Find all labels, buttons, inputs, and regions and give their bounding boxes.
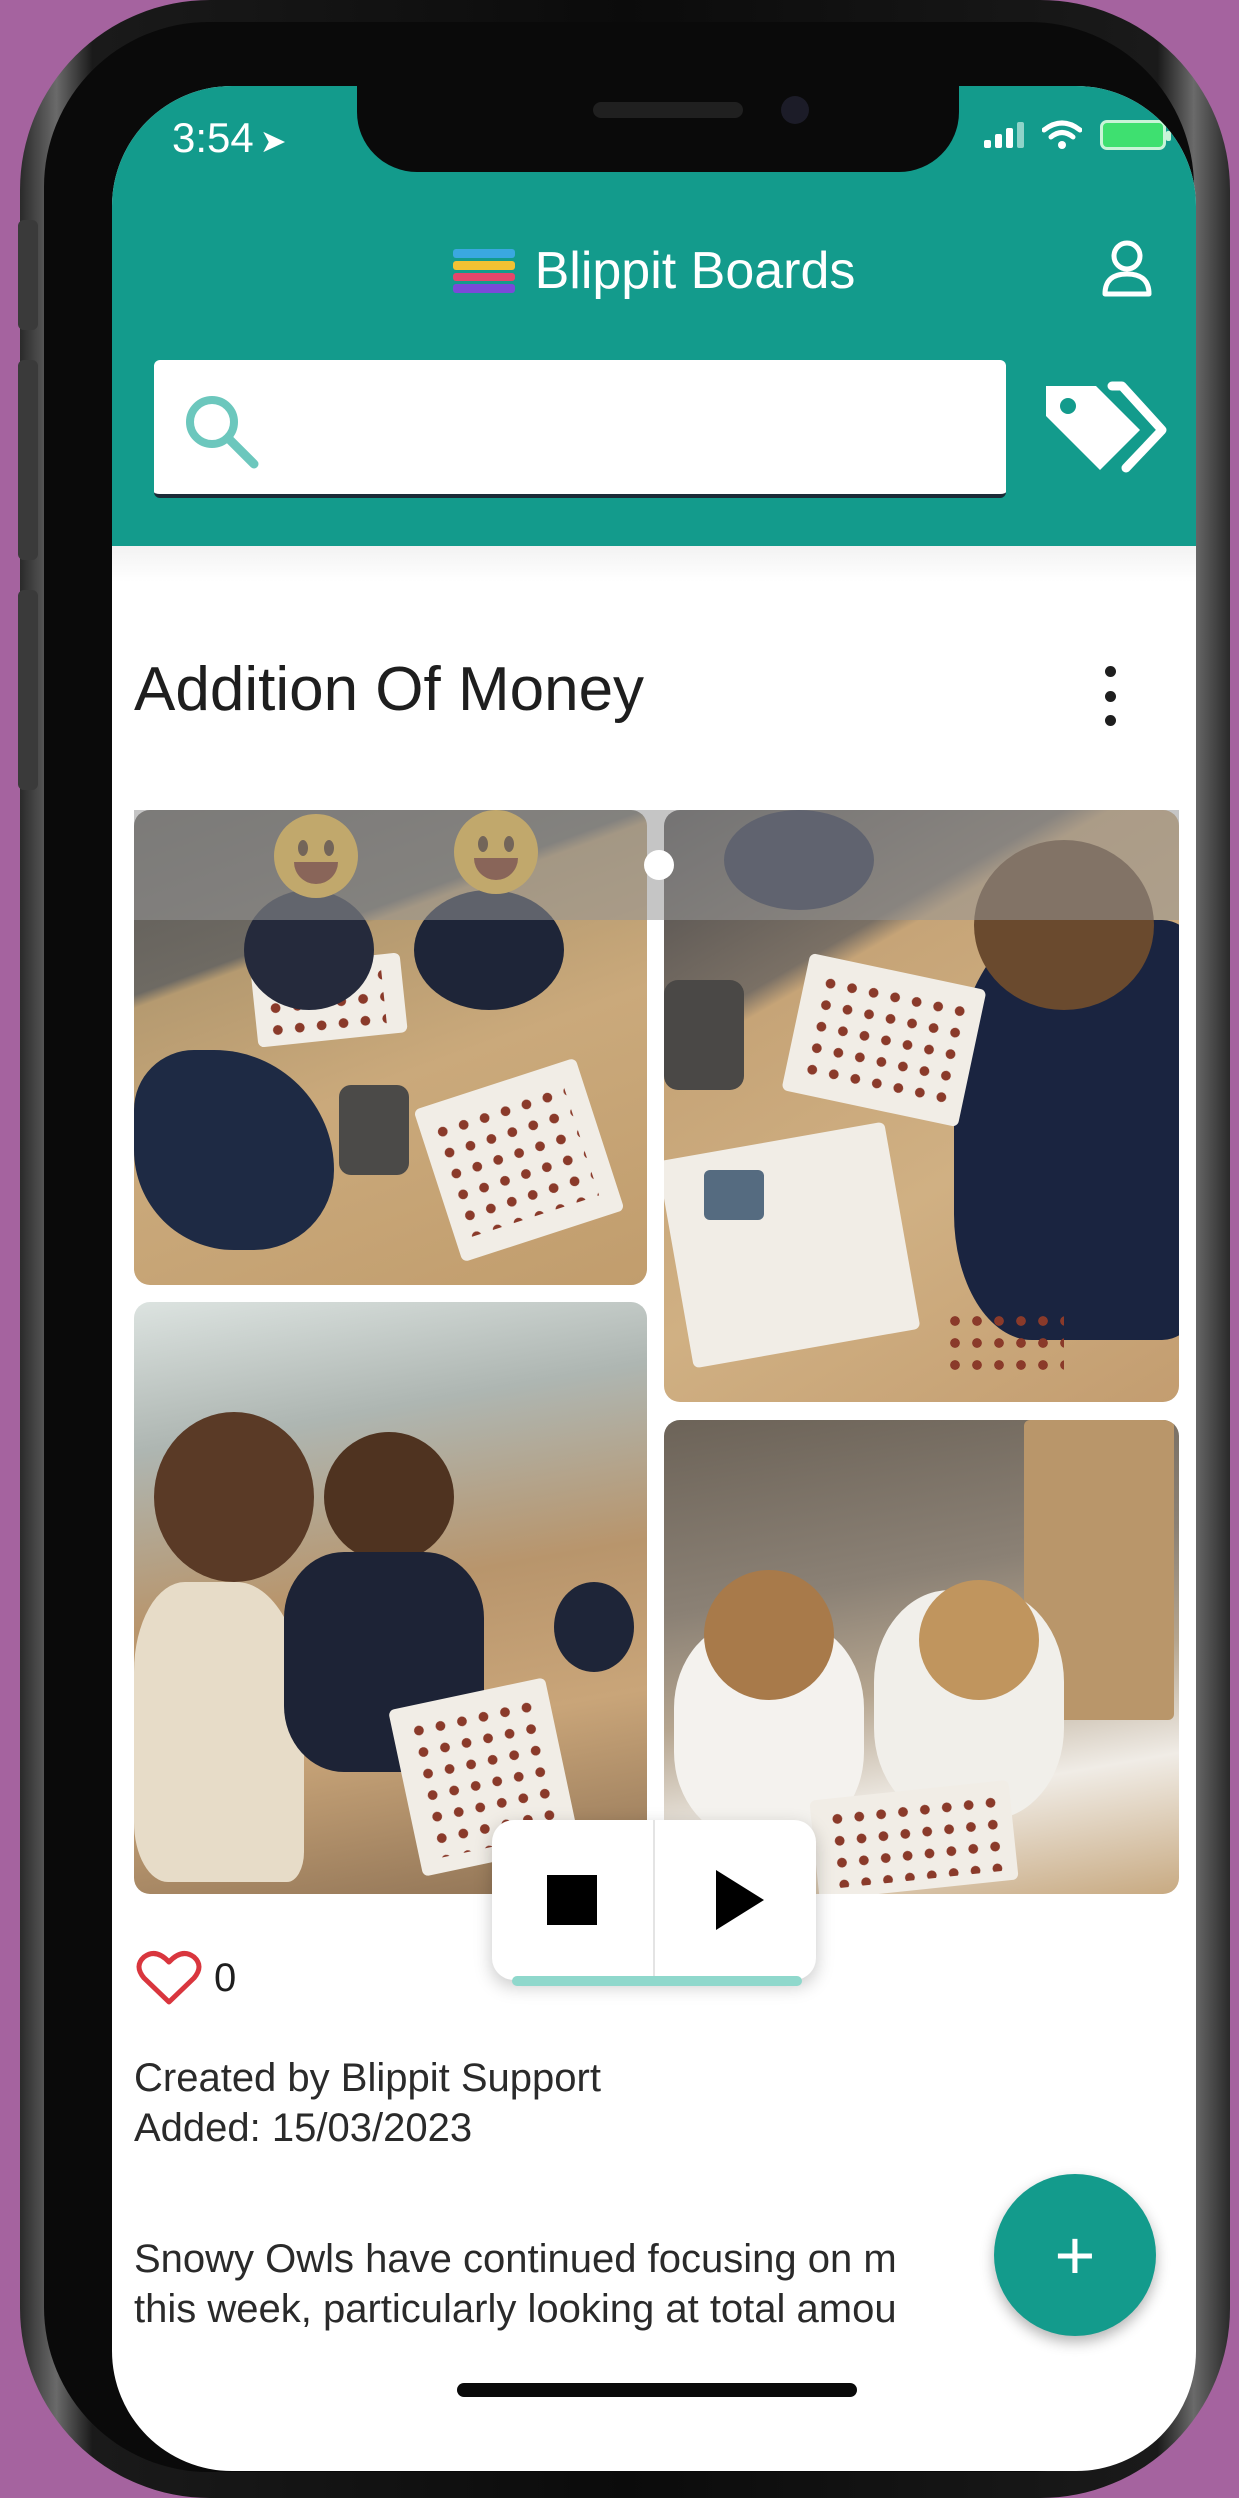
mute-switch xyxy=(18,220,38,330)
photo-3[interactable] xyxy=(134,1302,647,1894)
play-icon xyxy=(716,1870,764,1930)
app-screen: 3:54 ➤ Blippit Boards Addition Of Money … xyxy=(112,86,1196,2471)
search-bar[interactable] xyxy=(154,360,1006,498)
heart-icon[interactable] xyxy=(136,1948,202,2008)
app-title: Blippit Boards xyxy=(534,242,856,300)
title-row: Blippit Boards xyxy=(112,226,1196,316)
carousel-page-dot[interactable] xyxy=(644,850,674,880)
stop-button[interactable] xyxy=(492,1820,652,1980)
front-camera xyxy=(781,96,809,124)
search-icon xyxy=(186,396,259,469)
blippit-logo-icon xyxy=(452,249,515,293)
wifi-icon xyxy=(1042,120,1082,149)
header-shadow xyxy=(112,546,1196,582)
tags-icon[interactable] xyxy=(1038,376,1168,486)
battery-charging-icon xyxy=(1100,120,1171,150)
volume-up-button xyxy=(18,360,38,560)
location-arrow-icon: ➤ xyxy=(259,123,287,159)
board-title: Addition Of Money xyxy=(134,655,645,724)
stop-icon xyxy=(547,1875,597,1925)
add-button[interactable]: + xyxy=(994,2174,1156,2336)
description-line-1: Snowy Owls have continued focusing on m xyxy=(134,2237,897,2281)
added-date: Added: 15/03/2023 xyxy=(134,2106,473,2150)
home-indicator[interactable] xyxy=(457,2383,857,2397)
kebab-menu-icon[interactable] xyxy=(1098,666,1122,726)
speaker-grille xyxy=(593,102,743,118)
signal-icon xyxy=(984,122,1024,148)
photo-carousel[interactable] xyxy=(112,810,1196,1900)
description-line-2: this week, particularly looking at total… xyxy=(134,2287,897,2331)
app-header: 3:54 ➤ Blippit Boards xyxy=(112,86,1196,546)
device-notch xyxy=(357,86,959,172)
status-bar-time: 3:54 ➤ xyxy=(172,114,287,162)
user-icon[interactable] xyxy=(1100,238,1154,298)
volume-down-button xyxy=(18,590,38,790)
like-count: 0 xyxy=(214,1955,237,2000)
plus-icon: + xyxy=(1054,2216,1096,2294)
like-row: 0 xyxy=(136,1948,236,2008)
media-controls xyxy=(492,1820,816,1986)
play-button[interactable] xyxy=(655,1820,815,1980)
search-input[interactable] xyxy=(284,390,974,470)
status-icons xyxy=(984,120,1171,150)
created-by: Created by Blippit Support xyxy=(134,2056,601,2100)
board-description: Snowy Owls have continued focusing on m … xyxy=(134,2234,1114,2334)
clock-text: 3:54 xyxy=(172,114,254,161)
media-progress-bar xyxy=(512,1976,802,1986)
